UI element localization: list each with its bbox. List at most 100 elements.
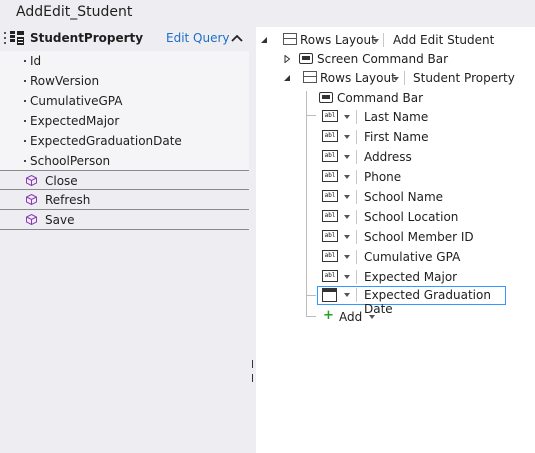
entity-name: StudentProperty [30,31,144,45]
field-item[interactable]: RowVersion [0,71,249,91]
tree-guide-line [306,295,316,296]
field-item[interactable]: ExpectedMajor [0,111,249,131]
abl-textbox-icon: abl [322,190,338,202]
data-members-panel: StudentProperty Edit Query Id RowVersion… [0,27,249,453]
method-cube-icon [26,175,37,186]
tree-node-root[interactable]: Rows Layout Add Edit Student [256,31,535,49]
node-label[interactable]: Address [364,150,412,164]
node-label: Screen Command Bar [317,52,449,66]
field-label: Id [30,54,42,68]
method-cube-icon [26,214,37,225]
node-label[interactable]: School Member ID [364,230,474,244]
field-label: CumulativeGPA [30,94,123,108]
field-item[interactable]: ExpectedGraduationDate [0,131,249,151]
dropdown-arrow-icon[interactable] [344,135,350,139]
separator [356,190,357,204]
method-save[interactable]: Save [0,210,249,230]
separator [356,170,357,184]
rows-layout-icon [303,71,317,83]
tree-node-field[interactable]: abl Phone [256,168,535,186]
method-refresh[interactable]: Refresh [0,190,249,210]
title-bar: AddEdit_Student [0,0,535,27]
drag-grip-icon[interactable] [4,32,7,46]
node-label[interactable]: Last Name [364,110,428,124]
node-label: Command Bar [337,91,424,105]
field-label: SchoolPerson [30,154,111,168]
node-label[interactable]: Cumulative GPA [364,250,460,264]
method-close[interactable]: Close [0,170,249,190]
method-label: Save [45,213,75,227]
screen-tree-panel: Rows Layout Add Edit Student Screen Comm… [256,27,535,453]
field-label: ExpectedMajor [30,114,120,128]
edit-query-link[interactable]: Edit Query [166,31,230,45]
plus-icon: + [323,308,334,323]
dropdown-arrow-icon[interactable] [393,77,399,81]
node-label[interactable]: First Name [364,130,428,144]
separator [356,230,357,244]
tree-node-field[interactable]: abl School Name [256,188,535,206]
control-type-label: Rows Layout [320,71,396,85]
field-item[interactable]: SchoolPerson [0,151,249,171]
add-control-button[interactable]: + Add [256,308,535,326]
tree-node-field[interactable]: abl School Location [256,208,535,226]
field-item[interactable]: Id [0,51,249,71]
dropdown-arrow-icon[interactable] [344,215,350,219]
tree-node-field[interactable]: abl Address [256,148,535,166]
entity-header: StudentProperty Edit Query [0,27,249,51]
abl-textbox-icon: abl [322,150,338,162]
window-title: AddEdit_Student [16,4,133,20]
command-bar-icon [299,53,313,64]
tree-node-command-bar[interactable]: Command Bar [256,89,535,107]
separator [356,288,357,302]
abl-textbox-icon: abl [322,110,338,122]
abl-textbox-icon: abl [322,250,338,262]
abl-textbox-icon: abl [322,170,338,182]
node-label[interactable]: Phone [364,170,401,184]
tree-node-field[interactable]: abl First Name [256,128,535,146]
node-label[interactable]: Student Property [413,71,515,85]
abl-textbox-icon: abl [322,130,338,142]
control-type-label: Rows Layout [300,33,376,47]
abl-textbox-icon: abl [322,210,338,222]
separator [356,110,357,124]
abl-textbox-icon: abl [322,270,338,282]
tree-node-screen-command-bar[interactable]: Screen Command Bar [256,50,535,68]
panel-splitter[interactable] [252,357,255,382]
dropdown-arrow-icon[interactable] [344,235,350,239]
collapse-arrow-icon[interactable] [260,36,268,44]
separator [356,250,357,264]
method-cube-icon [26,194,37,205]
separator [356,130,357,144]
date-picker-icon [322,288,337,302]
dropdown-arrow-icon[interactable] [344,195,350,199]
expand-arrow-icon[interactable] [283,55,291,63]
dropdown-arrow-icon[interactable] [369,315,375,319]
dropdown-arrow-icon[interactable] [344,115,350,119]
dropdown-arrow-icon[interactable] [344,275,350,279]
tree-node-field[interactable]: abl School Member ID [256,228,535,246]
command-bar-icon [319,92,333,103]
field-item[interactable]: CumulativeGPA [0,91,249,111]
node-label[interactable]: School Location [364,210,458,224]
tree-node-field-selected[interactable]: Expected Graduation Date [317,286,506,316]
field-label: ExpectedGraduationDate [30,134,182,148]
dropdown-arrow-icon[interactable] [373,39,379,43]
tree-node-field[interactable]: abl Last Name [256,108,535,126]
separator [356,270,357,284]
dropdown-arrow-icon[interactable] [344,175,350,179]
separator [404,71,405,85]
node-label[interactable]: Add Edit Student [393,33,494,47]
rows-layout-icon [283,33,297,45]
node-label[interactable]: School Name [364,190,443,204]
dropdown-arrow-icon[interactable] [344,255,350,259]
chevron-up-icon[interactable] [231,33,243,43]
collapse-arrow-icon[interactable] [283,74,291,82]
tree-node-student-property[interactable]: Rows Layout Student Property [256,69,535,87]
dropdown-arrow-icon[interactable] [344,293,350,297]
separator [356,150,357,164]
tree-node-field[interactable]: abl Expected Major [256,268,535,286]
method-label: Close [45,174,78,188]
dropdown-arrow-icon[interactable] [344,155,350,159]
tree-node-field[interactable]: abl Cumulative GPA [256,248,535,266]
node-label[interactable]: Expected Major [364,270,457,284]
